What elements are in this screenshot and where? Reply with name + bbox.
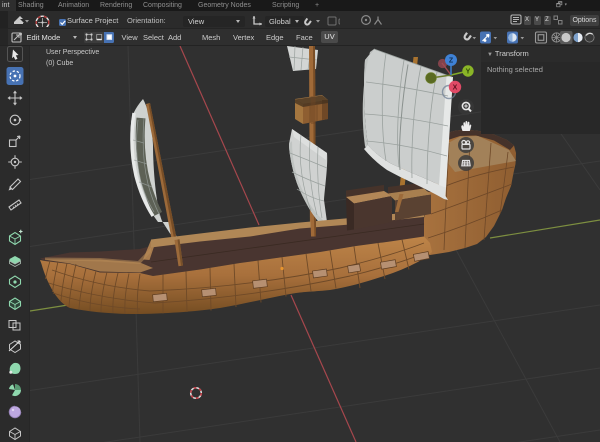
svg-text:Z: Z [449, 58, 454, 65]
svg-text:Y: Y [466, 69, 471, 76]
svg-text:X: X [453, 85, 458, 92]
